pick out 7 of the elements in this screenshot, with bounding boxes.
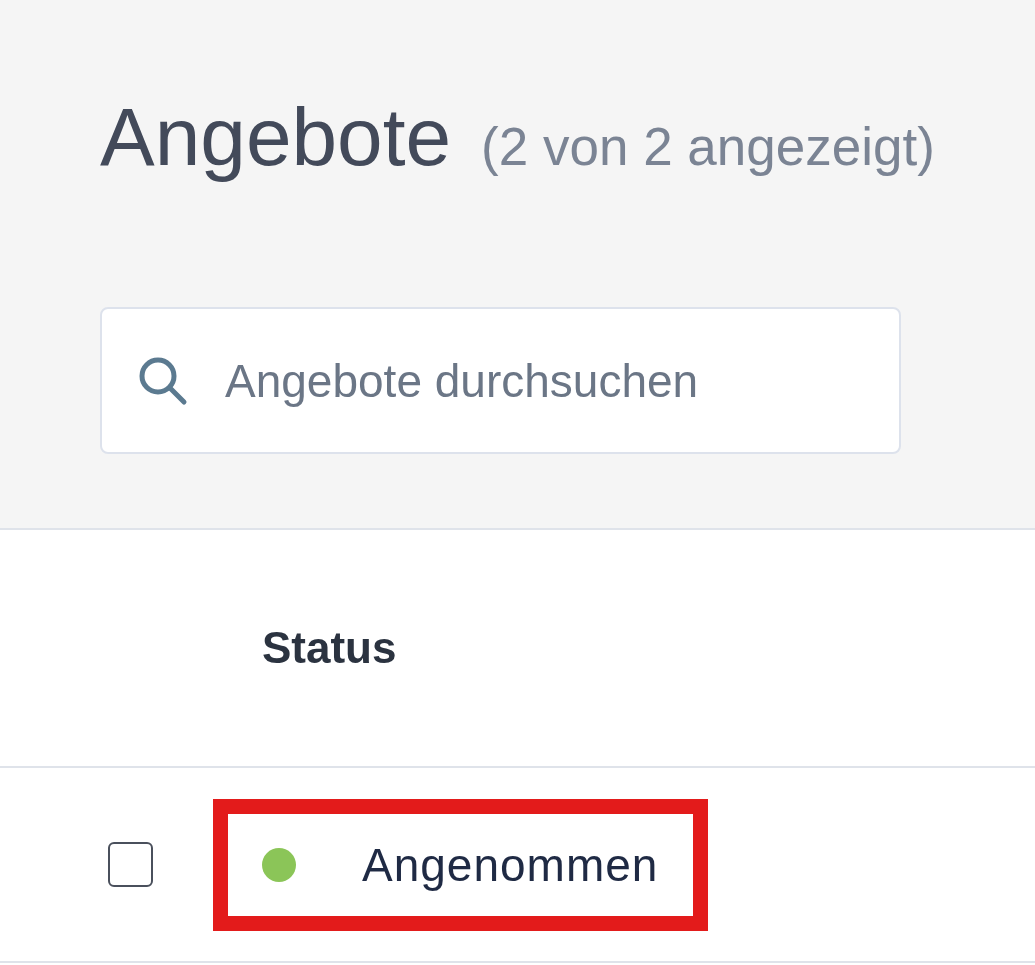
page-title: Angebote — [100, 90, 452, 184]
row-checkbox[interactable] — [108, 842, 153, 887]
result-count: (2 von 2 angezeigt) — [481, 116, 935, 178]
search-icon — [138, 356, 188, 406]
search-field[interactable]: Angebote durchsuchen — [100, 307, 901, 454]
column-header[interactable]: Status — [262, 623, 397, 672]
status-text: Angenommen — [362, 837, 659, 892]
